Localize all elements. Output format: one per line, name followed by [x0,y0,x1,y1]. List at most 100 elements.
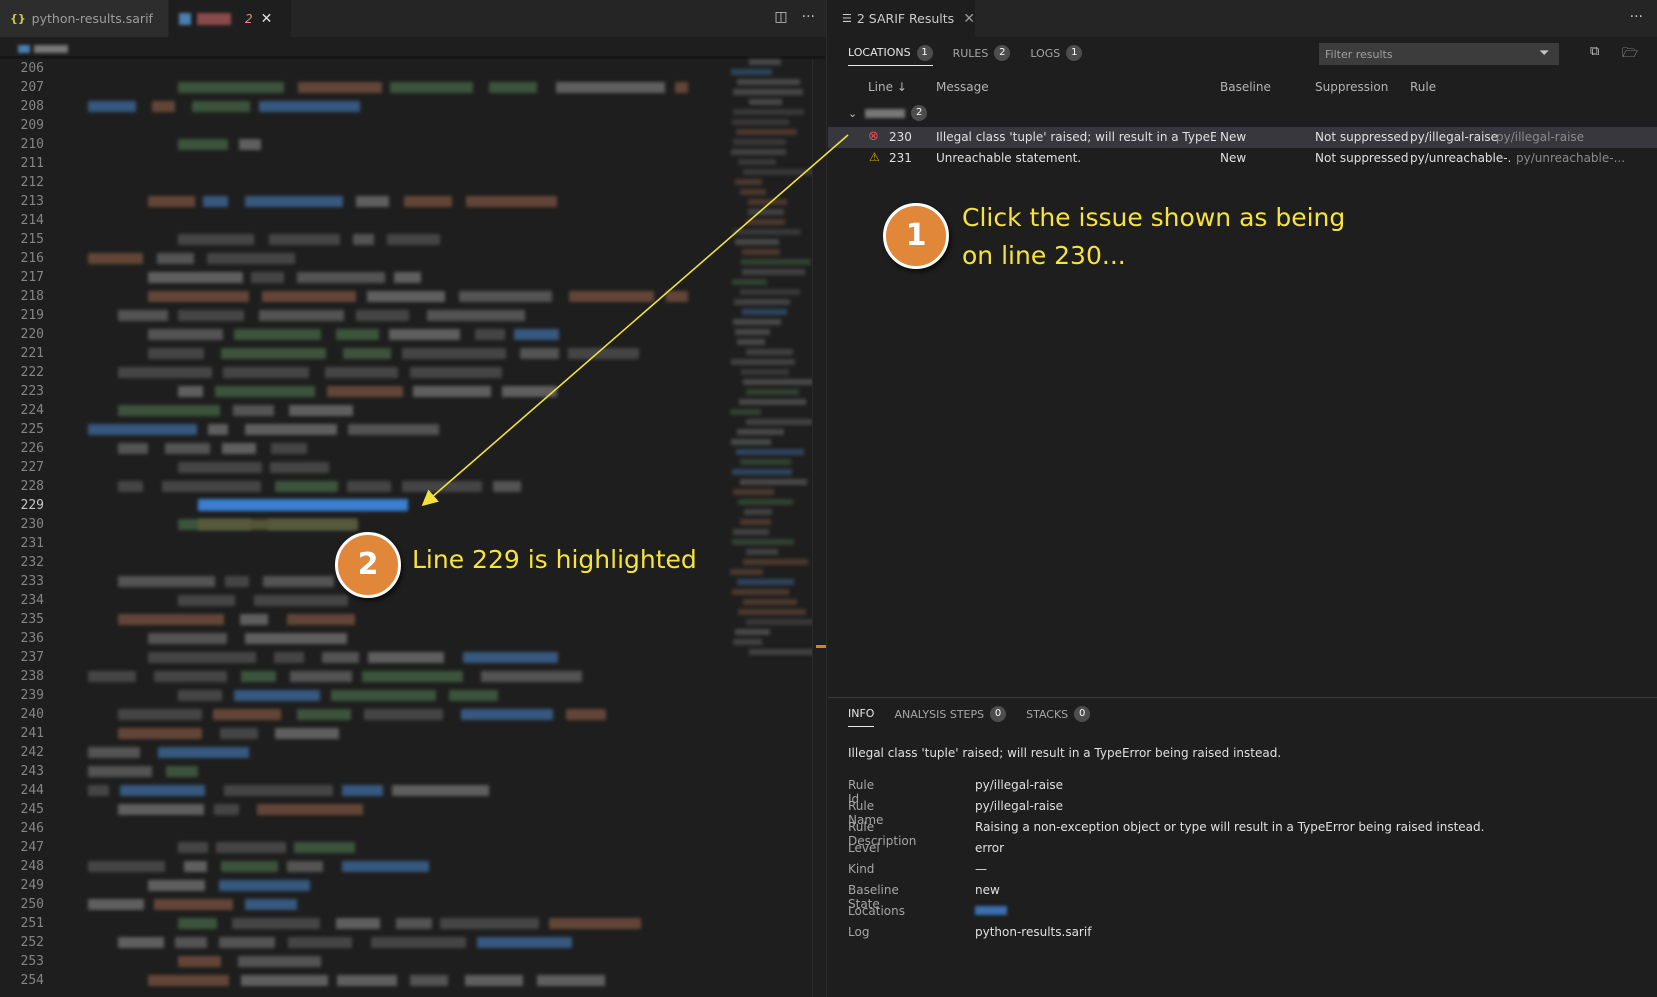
vertical-scrollbar[interactable] [812,59,826,997]
file-group-row[interactable]: ⌄ 2 [848,103,928,123]
redacted-code-token [184,861,207,872]
code-content-redacted[interactable] [68,59,728,997]
redacted-code-token [157,253,194,264]
redacted-code-token [342,861,429,872]
tab-python-file[interactable]: 2 ✕ [169,0,291,37]
more-actions-icon[interactable]: ··· [1630,9,1643,25]
tab-analysis-steps[interactable]: ANALYSIS STEPS 0 [894,705,1007,727]
line-number: 235 [20,612,44,627]
redacted-code-token [368,652,444,663]
line-number: 254 [20,973,44,988]
redacted-code-token [502,386,557,397]
tab-locations[interactable]: LOCATIONS 1 [848,44,933,66]
step-2-text: Line 229 is highlighted [412,545,697,574]
redacted-code-token [251,272,284,283]
result-suppression: Not suppressed [1315,130,1409,144]
redacted-code-token [178,139,228,150]
breadcrumb[interactable] [18,42,73,53]
filter-results-input[interactable] [1319,43,1559,65]
split-editor-icon[interactable]: ◫ [774,9,787,25]
minimap[interactable] [730,59,823,679]
result-baseline: New [1220,130,1247,144]
minimap-line [731,439,771,445]
tab-python-results-sarif[interactable]: {} python-results.sarif [0,0,168,37]
redacted-code-token [208,424,228,435]
redacted-code-token [404,196,452,207]
result-row-230[interactable]: ⊗ 230 Illegal class 'tuple' raised; will… [828,127,1657,148]
chevron-down-icon[interactable]: ⌄ [848,107,857,120]
column-suppression[interactable]: Suppression [1315,80,1388,94]
result-row-231[interactable]: ⚠ 231 Unreachable statement. New Not sup… [828,148,1657,169]
code-editor[interactable]: {} python-results.sarif 2 ✕ ◫ ··· 206 207… [0,0,827,997]
redacted-code-token [148,975,229,986]
line-number: 223 [20,384,44,399]
redacted-code-token [213,709,281,720]
line-number: 225 [20,422,44,437]
redacted-code-token [259,310,344,321]
redacted-code-token [342,785,383,796]
open-folder-icon[interactable]: 🗁 [1622,44,1638,66]
tab-info[interactable]: INFO [848,705,875,727]
redacted-code-token [118,614,224,625]
redacted-code-token [390,82,473,93]
redacted-code-token [364,709,443,720]
minimap-line [735,239,779,245]
redacted-code-token [148,291,249,302]
tab-logs[interactable]: LOGS 1 [1030,44,1083,66]
close-icon[interactable]: ✕ [261,11,273,27]
json-braces-icon: {} [10,12,26,25]
redacted-code-token [232,918,320,929]
error-icon: ⊗ [868,129,879,144]
filter-icon[interactable]: ⏷ [1539,46,1549,61]
redacted-code-token [394,272,421,283]
line-number: 228 [20,479,44,494]
sarif-tab-label: 2 SARIF Results [856,11,955,26]
line-number: 208 [20,99,44,114]
line-number: 234 [20,593,44,608]
minimap-line [743,559,808,565]
collapse-all-icon[interactable]: ⧉ [1590,44,1599,59]
minimap-line [736,449,804,455]
redacted-code-token [568,348,639,359]
line-number: 226 [20,441,44,456]
minimap-line [748,199,787,205]
redacted-code-token [88,766,152,777]
redacted-code-token [166,766,198,777]
more-actions-icon[interactable]: ··· [802,9,815,25]
redacted-code-token [477,937,572,948]
redacted-code-token [269,234,340,245]
redacted-code-token [214,804,239,815]
redacted-code-token [118,367,212,378]
redacted-code-token [238,956,321,967]
panel-divider[interactable] [828,697,1657,698]
location-link-redacted[interactable] [975,906,1007,915]
step-1-badge: 1 [883,203,949,269]
column-message[interactable]: Message [936,80,989,94]
close-icon[interactable]: ✕ [963,11,975,27]
line-number: 247 [20,840,44,855]
tab-stacks[interactable]: STACKS 0 [1026,705,1091,727]
sarif-results-panel: ☰ 2 SARIF Results ✕ ··· LOCATIONS 1 RULE… [828,0,1657,997]
editor-tab-bar: {} python-results.sarif 2 ✕ ◫ ··· [0,0,826,37]
redacted-code-token [118,481,143,492]
line-number: 212 [20,175,44,190]
minimap-line [740,289,800,295]
tab-rules[interactable]: RULES 2 [953,44,1011,66]
redacted-code-token [449,690,498,701]
tab-sarif-results[interactable]: ☰ 2 SARIF Results ✕ [828,0,975,37]
column-line[interactable]: Line ↓ [868,80,907,94]
column-baseline[interactable]: Baseline [1220,80,1271,94]
log-link[interactable]: python-results.sarif [975,925,1091,939]
tab-label-redacted [197,12,231,25]
redacted-code-token [336,329,379,340]
redacted-code-token [263,576,334,587]
python-file-icon [179,12,191,25]
line-number: 232 [20,555,44,570]
column-rule[interactable]: Rule [1410,80,1436,94]
line-number: 210 [20,137,44,152]
redacted-code-token [549,918,641,929]
count-badge: 1 [916,44,933,61]
minimap-line [741,259,811,265]
line-number: 249 [20,878,44,893]
minimap-line [742,249,780,255]
